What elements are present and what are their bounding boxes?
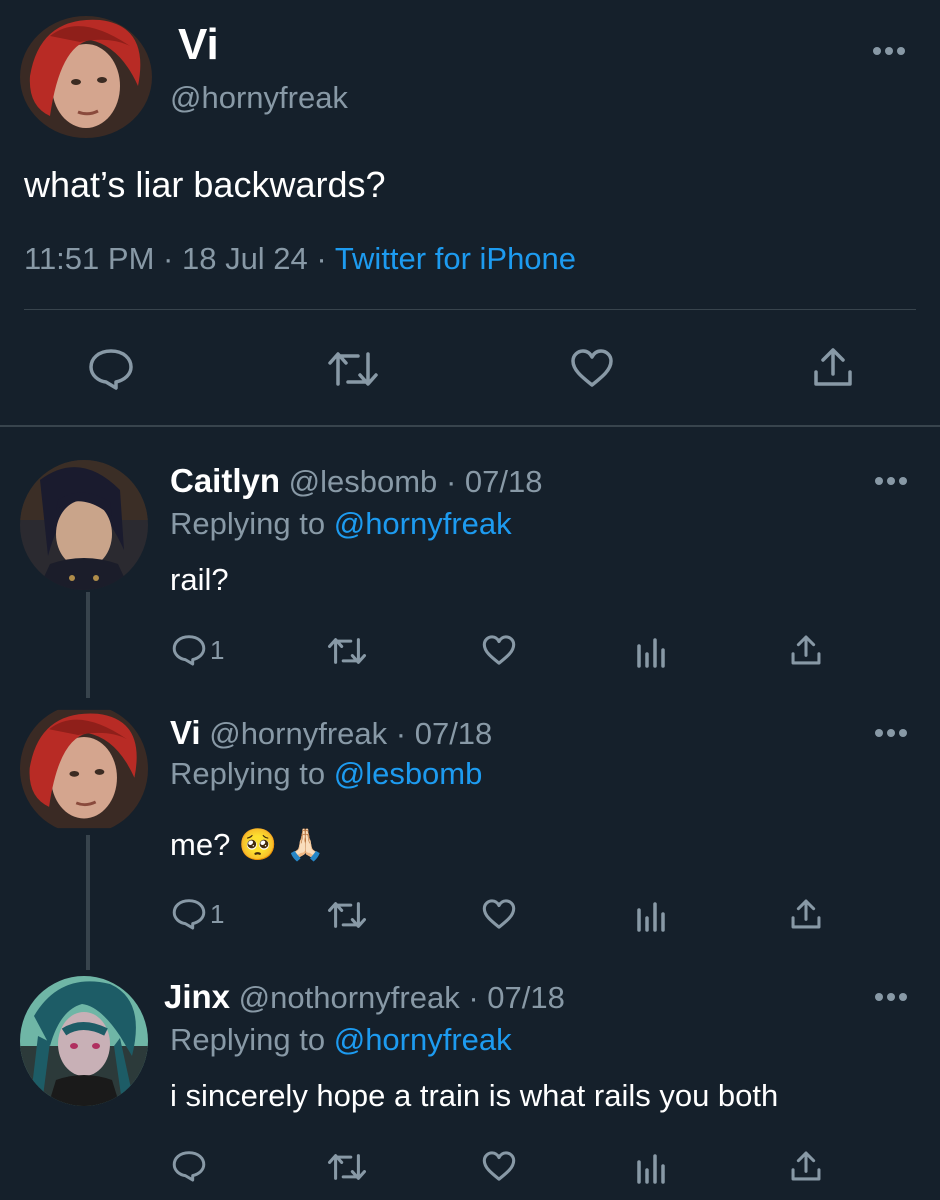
reply-author-name[interactable]: Vi bbox=[170, 714, 201, 751]
bar-chart-icon[interactable] bbox=[636, 900, 666, 932]
main-tweet-divider bbox=[24, 309, 916, 310]
retweet-icon[interactable] bbox=[328, 900, 366, 930]
reply-text: i sincerely hope a train is what rails y… bbox=[170, 1078, 779, 1113]
speech-bubble-icon bbox=[172, 1151, 206, 1182]
reply-action-reply[interactable]: 1 bbox=[172, 898, 224, 930]
replying-to-handle[interactable]: @lesbomb bbox=[334, 756, 483, 791]
meta-separator: · bbox=[163, 241, 174, 276]
replying-to-handle[interactable]: @hornyfreak bbox=[334, 1022, 512, 1057]
reply-more-icon[interactable] bbox=[874, 728, 908, 738]
main-tweet-more-icon[interactable] bbox=[872, 46, 906, 56]
reply-action-reply[interactable]: 1 bbox=[172, 634, 224, 666]
main-tweet-author-handle[interactable]: @hornyfreak bbox=[170, 80, 348, 116]
thread-line bbox=[86, 592, 90, 698]
share-icon[interactable] bbox=[790, 634, 822, 666]
replying-to-label: Replying to bbox=[170, 506, 326, 541]
speech-bubble-icon bbox=[172, 899, 206, 930]
reply-date: · 07/18 bbox=[468, 980, 565, 1015]
replying-to-label: Replying to bbox=[170, 1022, 326, 1057]
main-tweet-author-name[interactable]: Vi bbox=[178, 20, 219, 70]
main-tweet-date: 18 Jul 24 bbox=[181, 241, 308, 276]
reply-header: Jinx @nothornyfreak · 07/18 bbox=[164, 978, 565, 1016]
main-tweet-text: what’s liar backwards? bbox=[24, 164, 386, 205]
replying-to: Replying to @hornyfreak bbox=[170, 506, 512, 542]
heart-icon[interactable] bbox=[482, 898, 516, 930]
bar-chart-icon[interactable] bbox=[636, 1152, 666, 1184]
main-tweet-meta: 11:51 PM · 18 Jul 24 · Twitter for iPhon… bbox=[24, 241, 576, 277]
reply-more-icon[interactable] bbox=[874, 476, 908, 486]
share-icon[interactable] bbox=[790, 1150, 822, 1182]
reply-author-name[interactable]: Jinx bbox=[164, 978, 230, 1015]
reply-author-name[interactable]: Caitlyn bbox=[170, 462, 280, 499]
thread-line bbox=[86, 835, 90, 970]
reply-author-handle[interactable]: @hornyfreak bbox=[209, 716, 387, 751]
replying-to-handle[interactable]: @hornyfreak bbox=[334, 506, 512, 541]
reply-text: rail? bbox=[170, 562, 229, 597]
meta-separator: · bbox=[316, 241, 327, 276]
reply-more-icon[interactable] bbox=[874, 992, 908, 1002]
speech-bubble-icon bbox=[172, 635, 206, 666]
reply-text: me? 🥺 🙏🏻 bbox=[170, 827, 325, 862]
reply-header: Vi @hornyfreak · 07/18 bbox=[170, 714, 492, 752]
reply-avatar[interactable] bbox=[20, 976, 148, 1106]
retweet-icon[interactable] bbox=[328, 636, 366, 666]
reply-header: Caitlyn @lesbomb · 07/18 bbox=[170, 462, 542, 500]
section-divider bbox=[0, 425, 940, 427]
main-like-icon[interactable] bbox=[570, 348, 614, 388]
replying-to: Replying to @hornyfreak bbox=[170, 1022, 512, 1058]
main-tweet-source-link[interactable]: Twitter for iPhone bbox=[335, 241, 576, 276]
main-share-icon[interactable] bbox=[812, 346, 854, 388]
retweet-icon[interactable] bbox=[328, 1152, 366, 1182]
replying-to-label: Replying to bbox=[170, 756, 326, 791]
reply-avatar[interactable] bbox=[20, 704, 148, 834]
main-reply-icon[interactable] bbox=[88, 348, 134, 390]
reply-date: · 07/18 bbox=[445, 464, 543, 499]
bar-chart-icon[interactable] bbox=[636, 636, 666, 668]
heart-icon[interactable] bbox=[482, 634, 516, 666]
reply-date: · 07/18 bbox=[395, 716, 493, 751]
main-retweet-icon[interactable] bbox=[328, 350, 378, 388]
reply-avatar[interactable] bbox=[20, 460, 148, 590]
reply-action-reply[interactable] bbox=[172, 1150, 206, 1182]
replying-to: Replying to @lesbomb bbox=[170, 756, 482, 792]
main-tweet-time: 11:51 PM bbox=[24, 241, 155, 276]
reply-author-handle[interactable]: @nothornyfreak bbox=[239, 980, 460, 1015]
reply-count: 1 bbox=[210, 898, 225, 929]
share-icon[interactable] bbox=[790, 898, 822, 930]
reply-count: 1 bbox=[210, 634, 225, 665]
reply-author-handle[interactable]: @lesbomb bbox=[289, 464, 438, 499]
main-tweet-avatar[interactable] bbox=[20, 16, 152, 138]
heart-icon[interactable] bbox=[482, 1150, 516, 1182]
